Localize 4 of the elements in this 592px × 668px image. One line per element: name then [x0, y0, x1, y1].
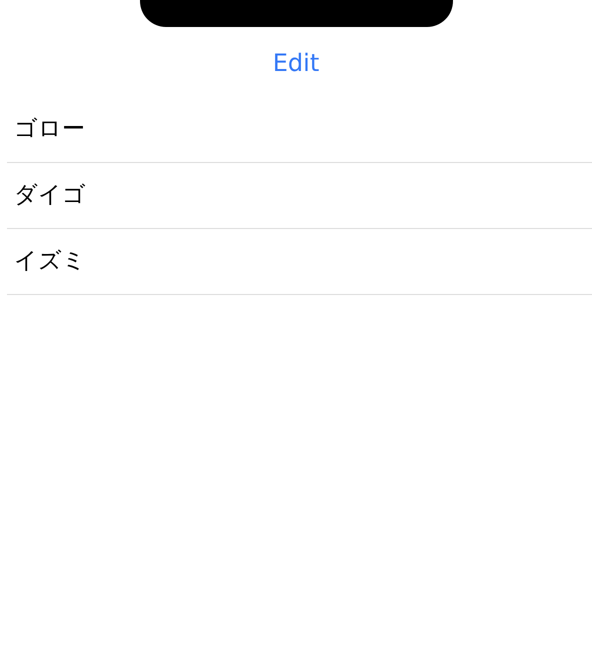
list-item[interactable]: ダイゴ — [14, 178, 86, 213]
list-item[interactable]: イズミ — [14, 244, 86, 279]
edit-button[interactable]: Edit — [272, 38, 320, 88]
list-item[interactable]: ゴロー — [14, 112, 85, 147]
